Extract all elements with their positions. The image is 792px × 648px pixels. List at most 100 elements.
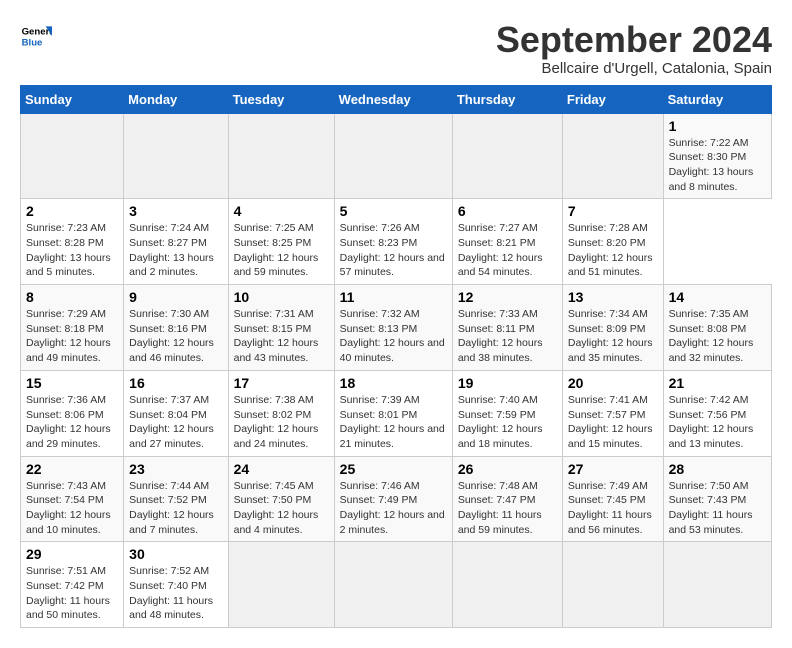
day-number: 7 (568, 203, 658, 219)
day-info: Sunrise: 7:25 AM Sunset: 8:25 PM Dayligh… (234, 221, 329, 280)
day-number: 28 (669, 461, 766, 477)
location-subtitle: Bellcaire d'Urgell, Catalonia, Spain (496, 60, 772, 77)
day-number: 17 (234, 375, 329, 391)
sunrise-time: Sunrise: 7:32 AM (340, 308, 420, 320)
day-number: 3 (129, 203, 222, 219)
day-number: 10 (234, 289, 329, 305)
sunset-time: Sunset: 8:04 PM (129, 409, 207, 421)
day-cell-15: 15 Sunrise: 7:36 AM Sunset: 8:06 PM Dayl… (21, 370, 124, 456)
sunrise-time: Sunrise: 7:30 AM (129, 308, 209, 320)
daylight-hours: Daylight: 12 hours and 10 minutes. (26, 509, 111, 536)
day-cell-19: 19 Sunrise: 7:40 AM Sunset: 7:59 PM Dayl… (452, 370, 562, 456)
day-info: Sunrise: 7:23 AM Sunset: 8:28 PM Dayligh… (26, 221, 118, 280)
day-number: 21 (669, 375, 766, 391)
sunset-time: Sunset: 7:50 PM (234, 494, 312, 506)
daylight-hours: Daylight: 12 hours and 35 minutes. (568, 337, 653, 364)
day-info: Sunrise: 7:46 AM Sunset: 7:49 PM Dayligh… (340, 479, 447, 538)
day-cell-18: 18 Sunrise: 7:39 AM Sunset: 8:01 PM Dayl… (334, 370, 452, 456)
calendar-week-2: 2 Sunrise: 7:23 AM Sunset: 8:28 PM Dayli… (21, 199, 772, 285)
day-cell-25: 25 Sunrise: 7:46 AM Sunset: 7:49 PM Dayl… (334, 456, 452, 542)
day-cell-22: 22 Sunrise: 7:43 AM Sunset: 7:54 PM Dayl… (21, 456, 124, 542)
header-saturday: Saturday (663, 85, 771, 113)
daylight-hours: Daylight: 12 hours and 29 minutes. (26, 423, 111, 450)
sunset-time: Sunset: 8:02 PM (234, 409, 312, 421)
day-cell-30: 30 Sunrise: 7:52 AM Sunset: 7:40 PM Dayl… (124, 542, 228, 628)
day-info: Sunrise: 7:40 AM Sunset: 7:59 PM Dayligh… (458, 393, 557, 452)
daylight-hours: Daylight: 12 hours and 46 minutes. (129, 337, 214, 364)
sunrise-time: Sunrise: 7:37 AM (129, 394, 209, 406)
sunset-time: Sunset: 8:25 PM (234, 237, 312, 249)
day-info: Sunrise: 7:34 AM Sunset: 8:09 PM Dayligh… (568, 307, 658, 366)
day-number: 23 (129, 461, 222, 477)
day-cell-5: 5 Sunrise: 7:26 AM Sunset: 8:23 PM Dayli… (334, 199, 452, 285)
day-cell-2: 2 Sunrise: 7:23 AM Sunset: 8:28 PM Dayli… (21, 199, 124, 285)
empty-cell (334, 542, 452, 628)
daylight-hours: Daylight: 12 hours and 21 minutes. (340, 423, 445, 450)
sunrise-time: Sunrise: 7:35 AM (669, 308, 749, 320)
day-number: 22 (26, 461, 118, 477)
sunset-time: Sunset: 7:47 PM (458, 494, 536, 506)
day-cell-12: 12 Sunrise: 7:33 AM Sunset: 8:11 PM Dayl… (452, 285, 562, 371)
header-friday: Friday (562, 85, 663, 113)
empty-cell (562, 542, 663, 628)
daylight-hours: Daylight: 12 hours and 51 minutes. (568, 252, 653, 279)
daylight-hours: Daylight: 12 hours and 38 minutes. (458, 337, 543, 364)
day-info: Sunrise: 7:41 AM Sunset: 7:57 PM Dayligh… (568, 393, 658, 452)
day-info: Sunrise: 7:37 AM Sunset: 8:04 PM Dayligh… (129, 393, 222, 452)
day-info: Sunrise: 7:26 AM Sunset: 8:23 PM Dayligh… (340, 221, 447, 280)
empty-cell (21, 113, 124, 199)
day-info: Sunrise: 7:31 AM Sunset: 8:15 PM Dayligh… (234, 307, 329, 366)
sunrise-time: Sunrise: 7:48 AM (458, 480, 538, 492)
daylight-hours: Daylight: 12 hours and 15 minutes. (568, 423, 653, 450)
daylight-hours: Daylight: 13 hours and 5 minutes. (26, 252, 111, 279)
day-info: Sunrise: 7:43 AM Sunset: 7:54 PM Dayligh… (26, 479, 118, 538)
day-number: 19 (458, 375, 557, 391)
day-info: Sunrise: 7:42 AM Sunset: 7:56 PM Dayligh… (669, 393, 766, 452)
calendar-week-3: 8 Sunrise: 7:29 AM Sunset: 8:18 PM Dayli… (21, 285, 772, 371)
day-number: 1 (669, 118, 766, 134)
day-number: 9 (129, 289, 222, 305)
day-number: 24 (234, 461, 329, 477)
empty-cell (228, 113, 334, 199)
sunrise-time: Sunrise: 7:29 AM (26, 308, 106, 320)
daylight-hours: Daylight: 12 hours and 24 minutes. (234, 423, 319, 450)
day-info: Sunrise: 7:22 AM Sunset: 8:30 PM Dayligh… (669, 136, 766, 195)
day-cell-7: 7 Sunrise: 7:28 AM Sunset: 8:20 PM Dayli… (562, 199, 663, 285)
day-info: Sunrise: 7:30 AM Sunset: 8:16 PM Dayligh… (129, 307, 222, 366)
sunrise-time: Sunrise: 7:36 AM (26, 394, 106, 406)
sunset-time: Sunset: 8:18 PM (26, 323, 104, 335)
daylight-hours: Daylight: 11 hours and 50 minutes. (26, 595, 110, 622)
sunrise-time: Sunrise: 7:49 AM (568, 480, 648, 492)
sunset-time: Sunset: 8:13 PM (340, 323, 418, 335)
day-number: 14 (669, 289, 766, 305)
sunrise-time: Sunrise: 7:45 AM (234, 480, 314, 492)
calendar-week-6: 29 Sunrise: 7:51 AM Sunset: 7:42 PM Dayl… (21, 542, 772, 628)
sunset-time: Sunset: 8:08 PM (669, 323, 747, 335)
day-cell-17: 17 Sunrise: 7:38 AM Sunset: 8:02 PM Dayl… (228, 370, 334, 456)
daylight-hours: Daylight: 12 hours and 4 minutes. (234, 509, 319, 536)
day-number: 27 (568, 461, 658, 477)
sunrise-time: Sunrise: 7:28 AM (568, 222, 648, 234)
empty-cell (452, 542, 562, 628)
sunrise-time: Sunrise: 7:25 AM (234, 222, 314, 234)
day-info: Sunrise: 7:35 AM Sunset: 8:08 PM Dayligh… (669, 307, 766, 366)
logo: General Blue (20, 20, 52, 52)
sunset-time: Sunset: 8:09 PM (568, 323, 646, 335)
page-header: General Blue September 2024 Bellcaire d'… (20, 20, 772, 77)
daylight-hours: Daylight: 11 hours and 59 minutes. (458, 509, 542, 536)
header-monday: Monday (124, 85, 228, 113)
header-tuesday: Tuesday (228, 85, 334, 113)
sunset-time: Sunset: 7:42 PM (26, 580, 104, 592)
sunset-time: Sunset: 7:49 PM (340, 494, 418, 506)
day-info: Sunrise: 7:51 AM Sunset: 7:42 PM Dayligh… (26, 564, 118, 623)
sunrise-time: Sunrise: 7:41 AM (568, 394, 648, 406)
month-title: September 2024 (496, 20, 772, 60)
day-cell-6: 6 Sunrise: 7:27 AM Sunset: 8:21 PM Dayli… (452, 199, 562, 285)
day-number: 5 (340, 203, 447, 219)
sunrise-time: Sunrise: 7:26 AM (340, 222, 420, 234)
sunset-time: Sunset: 8:20 PM (568, 237, 646, 249)
sunrise-time: Sunrise: 7:33 AM (458, 308, 538, 320)
empty-cell (228, 542, 334, 628)
empty-cell (124, 113, 228, 199)
day-number: 29 (26, 546, 118, 562)
